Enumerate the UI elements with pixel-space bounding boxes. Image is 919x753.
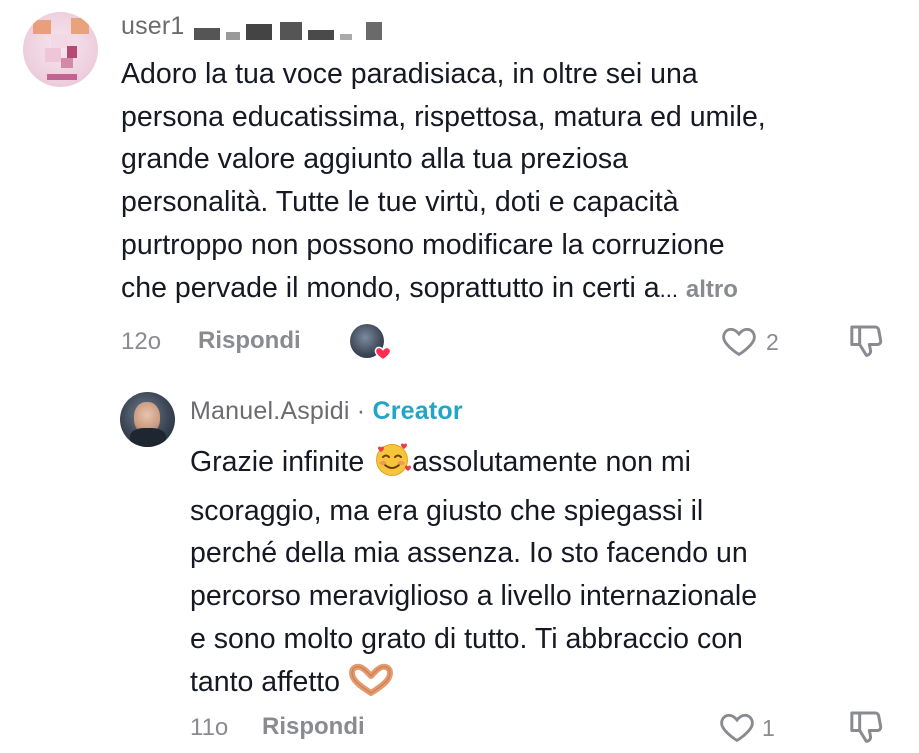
comment-line-text: che pervade il mondo, soprattutto in cer… [121, 271, 660, 304]
comment-line: personalità. Tutte le tue virtù, doti e … [121, 186, 679, 219]
reply-text: Grazie infinite assolutamente non mi sco… [190, 441, 900, 709]
reply-line: percorso meraviglioso a livello internaz… [190, 580, 758, 613]
reply-header: Manuel.Aspidi · Creator [190, 397, 463, 426]
creator-avatar[interactable] [120, 392, 175, 447]
commenter-avatar[interactable] [23, 12, 98, 87]
comment-line: Adoro la tua voce paradisiaca, in oltre … [121, 58, 698, 90]
creator-liked-avatar [350, 324, 392, 361]
heart-hands-emoji [348, 663, 394, 710]
thumbs-down-icon [850, 711, 883, 743]
reply-time: 11o [190, 714, 229, 741]
comment-line: purtroppo non possono modificare la corr… [121, 228, 725, 261]
comment-text: Adoro la tua voce paradisiaca, in oltre … [121, 53, 901, 311]
comment-ellipsis: ... [659, 276, 678, 302]
reply-button[interactable]: Rispondi [198, 327, 301, 355]
commenter-username-text[interactable]: user1 [121, 12, 185, 40]
comment-time: 12o [121, 328, 162, 355]
reply-line: tanto affetto [190, 661, 900, 710]
comment-line: grande valore aggiunto alla tua preziosa [121, 143, 629, 176]
dislike-button[interactable] [846, 322, 886, 362]
more-link[interactable]: altro [686, 276, 738, 303]
like-button[interactable] [720, 322, 758, 360]
comment-line: che pervade il mondo, soprattutto in cer… [121, 267, 901, 312]
username-redaction [190, 18, 400, 44]
creator-badge: Creator [372, 397, 463, 425]
like-count: 2 [766, 329, 779, 355]
reply-line-text: tanto affetto [190, 665, 341, 698]
reply-line-text: assolutamente non mi [412, 446, 691, 478]
reply-like-count: 1 [762, 715, 775, 741]
reply-username[interactable]: Manuel.Aspidi [190, 397, 350, 425]
thumbs-down-icon [850, 325, 883, 357]
smiling-face-with-hearts-emoji [372, 441, 412, 490]
reply-reply-button[interactable]: Rispondi [262, 713, 365, 741]
username-separator: · [356, 397, 366, 425]
creator-liked-heart-icon [374, 344, 392, 362]
reply-line: perché della mia assenza. Io sto facendo… [190, 537, 748, 570]
reply-line: scoraggio, ma era giusto che spiegassi i… [190, 494, 704, 527]
reply-line-text: Grazie infinite [190, 446, 365, 478]
commenter-username[interactable]: user1 [121, 12, 185, 41]
comment-line: persona educatissima, rispettosa, matura… [121, 100, 766, 133]
heart-outline-icon [720, 713, 754, 743]
reply-line: Grazie infinite assolutamente non mi [190, 441, 900, 490]
reply-line: e sono molto grato di tutto. Ti abbracci… [190, 622, 743, 655]
reply-dislike-button[interactable] [846, 708, 886, 748]
reply-like-button[interactable] [718, 708, 756, 746]
heart-outline-icon [722, 327, 756, 357]
